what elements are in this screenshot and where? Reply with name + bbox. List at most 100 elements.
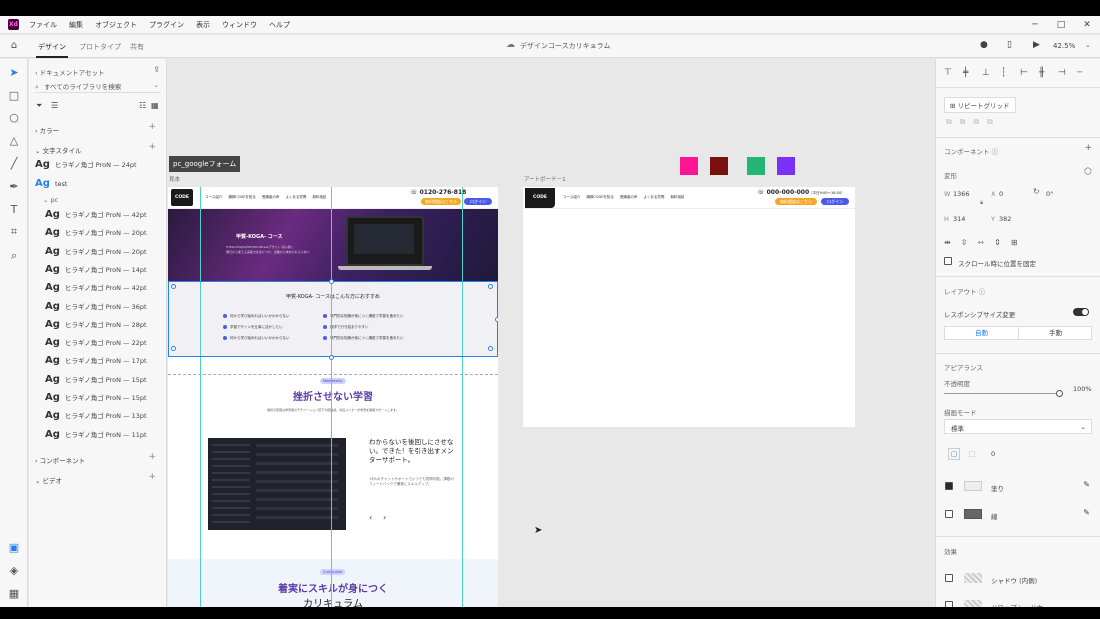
color-swatch[interactable] — [747, 157, 765, 175]
color-swatch[interactable] — [710, 157, 728, 175]
tab-design[interactable]: デザイン — [36, 42, 68, 58]
inner-shadow-swatch[interactable] — [964, 573, 982, 583]
artboard2-label[interactable]: アートボード－1 — [524, 175, 566, 183]
color-swatch[interactable] — [680, 157, 698, 175]
char-style-item[interactable]: Ag test — [35, 178, 67, 189]
artboard1-label[interactable]: 見本 — [169, 175, 180, 183]
text-tool-icon[interactable]: T — [7, 203, 21, 217]
tab-share[interactable]: 共有 — [130, 42, 144, 52]
x-field[interactable]: 0 — [999, 190, 1003, 198]
filter-icon[interactable]: ⏷ — [36, 101, 42, 111]
tab-prototype[interactable]: プロトタイプ — [79, 42, 121, 52]
char-style-item[interactable]: Ag ヒラギノ角ゴ ProN — 22pt — [45, 337, 147, 348]
inner-shadow-checkbox[interactable] — [945, 574, 953, 582]
menu-view[interactable]: 表示 — [196, 20, 210, 30]
site-nav-item[interactable]: 講師CODEを知る — [586, 195, 614, 200]
flip-distribute-icons[interactable]: ⇹⇳⇿⇕⊞ — [944, 238, 1028, 247]
opacity-slider-thumb[interactable] — [1056, 390, 1063, 397]
components-section[interactable]: › コンポーネント — [35, 455, 85, 465]
chevron-down-icon[interactable]: ⌄ — [590, 41, 596, 49]
corner-radius-handle[interactable] — [171, 284, 176, 289]
y-field[interactable]: 382 — [999, 215, 1011, 223]
select-tool-icon[interactable]: ➤ — [7, 66, 21, 80]
height-field[interactable]: 314 — [953, 215, 965, 223]
search-chevron-icon[interactable]: ⌄ — [154, 81, 159, 89]
corner-uniform-icon[interactable]: ▢ — [948, 448, 960, 460]
fix-scroll-checkbox[interactable] — [944, 257, 952, 265]
responsive-toggle[interactable] — [1073, 308, 1089, 316]
corner-radius-handle[interactable] — [488, 346, 493, 351]
add-component-icon[interactable]: + — [148, 452, 156, 462]
selection-handle[interactable] — [329, 355, 334, 360]
list-view-icon[interactable]: ☷ — [139, 101, 146, 110]
selection-handle[interactable] — [495, 317, 498, 322]
search-input[interactable]: すべてのライブラリを検索 — [44, 83, 121, 91]
char-style-item[interactable]: Ag ヒラギノ角ゴ ProN — 15pt — [45, 374, 147, 385]
char-style-item[interactable]: Ag ヒラギノ角ゴ ProN — 42pt — [45, 209, 147, 220]
free-consult-button[interactable]: 無料相談はこちら — [775, 198, 817, 205]
slider-next-icon[interactable]: › — [383, 513, 386, 522]
add-video-icon[interactable]: + — [148, 472, 156, 482]
site-nav-item[interactable]: 受講者の声 — [620, 195, 638, 200]
3d-transform-icon[interactable]: ⬡ — [1084, 167, 1092, 177]
fill-swatch[interactable] — [964, 481, 982, 491]
eyedropper-icon[interactable]: ✎ — [1083, 480, 1090, 489]
border-checkbox[interactable] — [945, 510, 953, 518]
rectangle-tool-icon[interactable]: □ — [7, 89, 21, 103]
export-icon[interactable]: ⇪ — [153, 65, 160, 74]
repeat-grid-button[interactable]: ⊞ リピートグリッド — [944, 97, 1016, 113]
rotation-field[interactable]: 0° — [1046, 190, 1053, 198]
video-section[interactable]: ⌄ ビデオ — [35, 475, 62, 485]
align-top-icon[interactable]: ⊤ — [944, 68, 952, 78]
site-nav-item[interactable]: 受講者の声 — [262, 195, 280, 200]
color-swatch[interactable] — [777, 157, 795, 175]
layers-panel-icon[interactable]: ◈ — [7, 564, 21, 578]
opacity-slider-track[interactable] — [944, 393, 1062, 394]
document-title[interactable]: デザインコースカリキュラム — [520, 41, 610, 51]
assets-panel-icon[interactable]: ▣ — [7, 541, 21, 555]
align-left-icon[interactable]: ⊢ — [1020, 68, 1028, 78]
breadcrumb[interactable]: ‹ ドキュメントアセット — [35, 67, 105, 77]
menu-file[interactable]: ファイル — [29, 20, 57, 30]
mobile-preview-icon[interactable]: ▯ — [1007, 40, 1012, 50]
canvas[interactable]: pc_googleフォーム 見本 アートボード－1 CODE コース紹介 講師CO… — [168, 59, 934, 619]
blend-mode-select[interactable]: 標準 ⌄ — [944, 419, 1092, 434]
fill-checkbox[interactable] — [945, 482, 953, 490]
char-style-item[interactable]: Ag ヒラギノ角ゴ ProN — 24pt — [35, 159, 137, 170]
char-style-item[interactable]: Ag ヒラギノ角ゴ ProN — 28pt — [45, 319, 147, 330]
slider-prev-icon[interactable]: ‹ — [369, 513, 372, 522]
distribute-vertical-icon[interactable]: ┆ — [1001, 68, 1006, 78]
auto-option[interactable]: 自動 — [945, 327, 1019, 339]
corner-radius-field[interactable]: 0 — [991, 450, 995, 458]
zoom-level[interactable]: 42.5% — [1053, 42, 1075, 50]
boolean-ops-icon[interactable]: ⧉⧉⧉⧉ — [946, 117, 1001, 127]
free-consult-button[interactable]: 無料相談はこちら — [421, 198, 461, 205]
menu-window[interactable]: ウィンドウ — [222, 20, 257, 30]
char-style-item[interactable]: Ag ヒラギノ角ゴ ProN — 20pt — [45, 246, 147, 257]
maximize-icon[interactable]: □ — [1048, 20, 1074, 30]
ellipse-tool-icon[interactable]: ○ — [7, 111, 21, 125]
line-tool-icon[interactable]: ╱ — [7, 157, 21, 171]
minimize-icon[interactable]: ─ — [1022, 20, 1048, 30]
close-icon[interactable]: ✕ — [1074, 20, 1100, 30]
align-bottom-icon[interactable]: ⊥ — [982, 68, 990, 78]
corner-individual-icon[interactable]: ⬚ — [966, 448, 978, 460]
add-component-icon[interactable]: + — [1084, 143, 1092, 153]
menu-help[interactable]: ヘルプ — [269, 20, 290, 30]
zoom-chevron-icon[interactable]: ⌄ — [1085, 41, 1091, 49]
site-nav-item[interactable]: よくある質問 — [643, 195, 664, 200]
width-field[interactable]: 1366 — [953, 190, 970, 198]
opacity-value[interactable]: 100% — [1073, 385, 1092, 393]
site-nav-item[interactable]: よくある質問 — [285, 195, 306, 200]
pen-tool-icon[interactable]: ✒ — [7, 180, 21, 194]
manual-option[interactable]: 手動 — [1019, 327, 1092, 339]
folder-pc[interactable]: ⌄ pc — [43, 196, 58, 204]
char-style-item[interactable]: Ag ヒラギノ角ゴ ProN — 11pt — [45, 429, 147, 440]
align-right-icon[interactable]: ⊣ — [1058, 68, 1066, 78]
align-center-icon[interactable]: ╫ — [1039, 68, 1044, 78]
site-nav-item[interactable]: コース紹介 — [563, 195, 580, 200]
add-color-icon[interactable]: + — [148, 122, 156, 132]
corner-radius-handle[interactable] — [171, 346, 176, 351]
sort-icon[interactable]: ☰ — [51, 101, 58, 110]
selection-handle[interactable] — [329, 279, 334, 284]
